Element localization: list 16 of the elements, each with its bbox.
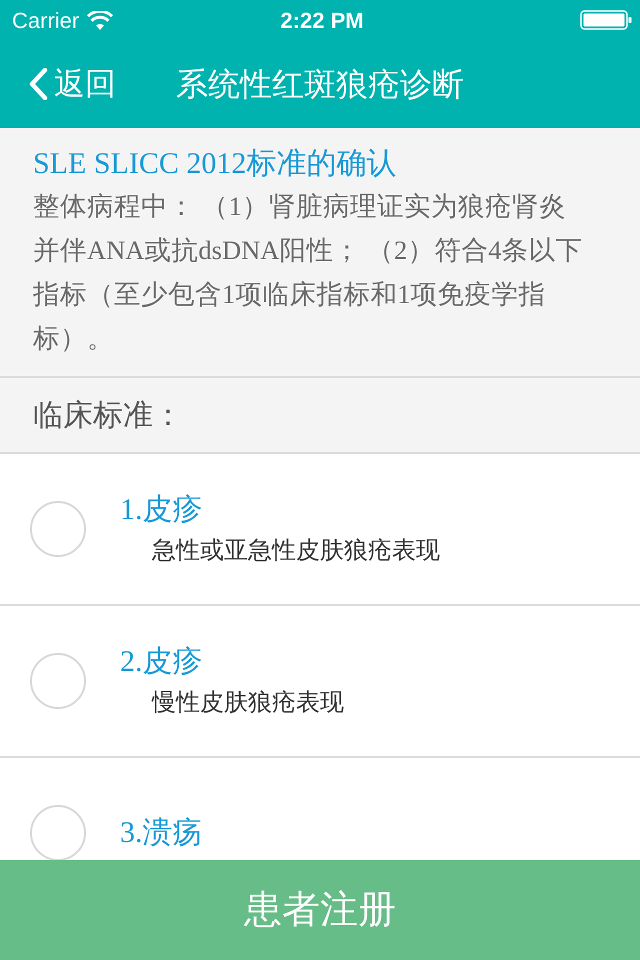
carrier-label: Carrier: [12, 6, 80, 34]
criterion-description: 急性或亚急性皮肤狼疮表现: [152, 536, 440, 566]
screen-title: 系统性红斑狼疮诊断: [176, 65, 464, 104]
criterion-title: 1.皮疹: [120, 492, 202, 528]
back-button[interactable]: 返回: [24, 65, 120, 103]
battery-icon: [580, 10, 632, 30]
criterion-title: 3.溃疡: [120, 815, 202, 851]
chevron-left-icon: [28, 68, 48, 100]
criterion-description: 慢性皮肤狼疮表现: [152, 688, 344, 718]
register-button[interactable]: 患者注册: [0, 860, 640, 960]
status-time: 2:22 PM: [280, 6, 364, 34]
section-label: 临床标准：: [33, 398, 183, 434]
info-heading: SLE SLICC 2012标准的确认: [33, 146, 398, 182]
criterion-title: 2.皮疹: [120, 644, 202, 680]
info-text: 整体病程中： （1）肾脏病理证实为狼疮肾炎并伴ANA或抗dsDNA阳性； （2）符合4条以下指标（至少包含1项临床指标和1项免疫学指标）。: [33, 190, 583, 355]
wifi-icon: [87, 10, 114, 30]
